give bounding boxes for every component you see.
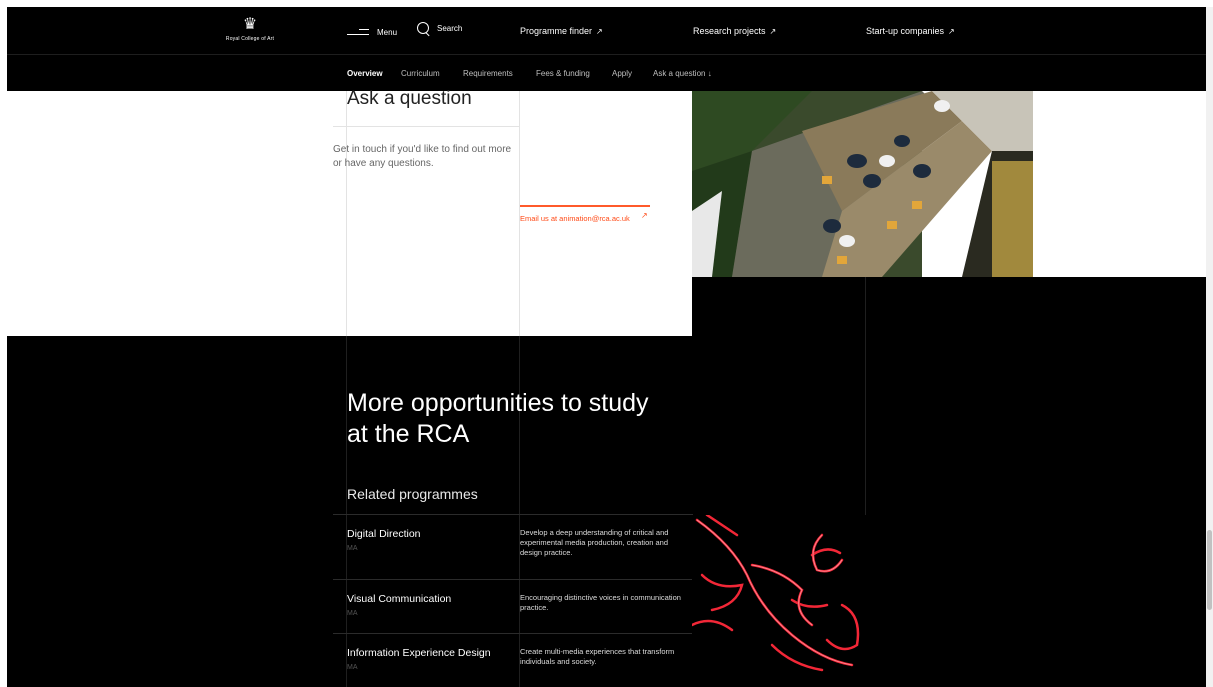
neon-face-illustration (692, 515, 860, 672)
email-link[interactable]: Email us at animation@rca.ac.uk (520, 213, 630, 224)
ask-question-text: Get in touch if you'd like to find out m… (333, 144, 512, 169)
search-button[interactable]: Search (417, 22, 462, 35)
programme-description: Encouraging distinctive voices in commun… (520, 593, 681, 612)
subnav-fees-funding[interactable]: Fees & funding (536, 69, 590, 78)
subnav-overview[interactable]: Overview (347, 69, 383, 78)
external-arrow-icon: ↗ (641, 211, 648, 220)
search-label: Search (437, 24, 463, 33)
row-divider (333, 579, 693, 580)
external-arrow-icon: ↗ (769, 27, 777, 36)
menu-icon (347, 28, 369, 36)
programme-name[interactable]: Visual Communication (347, 593, 451, 605)
rca-logo[interactable]: ♛ Royal College of Art (220, 17, 280, 47)
title-divider (333, 126, 519, 127)
programme-degree: MA (347, 610, 358, 617)
external-arrow-icon: ↗ (596, 27, 603, 36)
subnav-apply[interactable]: Apply (612, 69, 632, 78)
menu-button[interactable]: Menu (347, 25, 397, 39)
page-subnavigation: Overview Curriculum Requirements Fees & … (7, 55, 1206, 91)
grid-line (346, 91, 347, 336)
opportunities-heading: More opportunities to study at the RCA (347, 389, 649, 448)
top-navigation-bar: ♛ Royal College of Art Menu Search Progr… (7, 7, 1206, 55)
campus-courtyard-photo (692, 91, 1033, 277)
programme-name[interactable]: Digital Direction (347, 528, 421, 540)
programme-finder-label: Programme finder (520, 26, 593, 36)
dark-background (692, 277, 1206, 337)
programme-degree: MA (347, 664, 358, 671)
related-programmes-heading: Related programmes (347, 486, 478, 502)
programme-finder-link[interactable]: Programme finder ↗ (520, 26, 603, 36)
startup-companies-label: Start-up companies (866, 26, 945, 36)
menu-label: Menu (377, 27, 398, 37)
programme-degree: MA (347, 545, 358, 552)
subnav-requirements[interactable]: Requirements (463, 69, 513, 78)
crest-icon: ♛ (242, 16, 258, 33)
programme-description: Create multi-media experiences that tran… (520, 647, 675, 666)
row-divider (333, 514, 693, 515)
subnav-curriculum[interactable]: Curriculum (401, 69, 440, 78)
programme-description: Develop a deep understanding of critical… (520, 528, 669, 557)
external-arrow-icon: ↗ (948, 27, 955, 36)
grid-line (865, 277, 866, 515)
research-projects-label: Research projects (693, 26, 766, 36)
search-icon (417, 22, 430, 35)
startup-companies-link[interactable]: Start-up companies ↗ (866, 26, 955, 36)
programme-name[interactable]: Information Experience Design (347, 647, 491, 659)
neon-face-image (692, 515, 866, 673)
logo-text: Royal College of Art (225, 36, 275, 42)
courtyard-image (692, 91, 1033, 277)
email-accent-rule (520, 205, 650, 207)
scrollbar-thumb[interactable] (1207, 530, 1212, 610)
row-divider (333, 633, 693, 634)
research-projects-link[interactable]: Research projects ↗ (693, 26, 776, 36)
ask-question-heading: Ask a question (347, 88, 472, 109)
subnav-ask-question[interactable]: Ask a question ↓ (653, 69, 712, 78)
